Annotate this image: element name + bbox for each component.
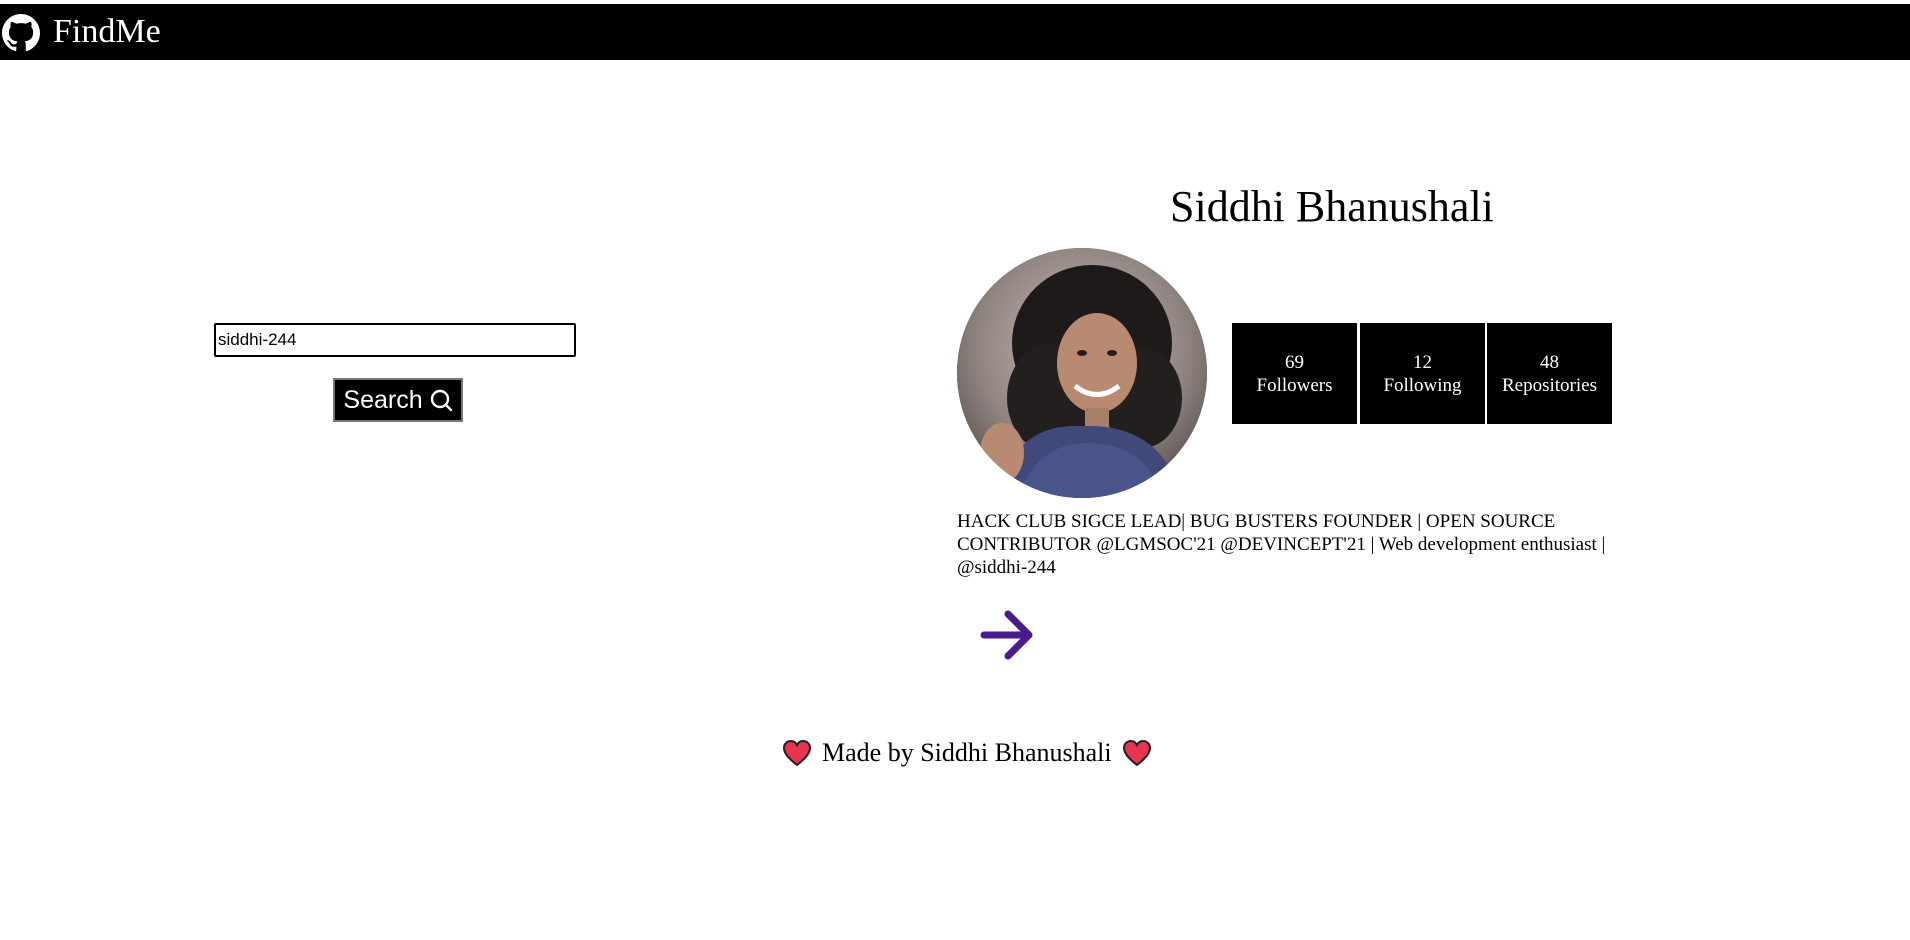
following-stat: 12 Following [1360,323,1485,424]
followers-label: Followers [1256,374,1333,396]
following-count: 12 [1413,351,1432,373]
avatar [957,248,1207,498]
arrow-right-icon[interactable] [978,605,1036,663]
footer: Made by Siddhi Bhanushali [782,738,1152,768]
search-button-label: Search [343,385,423,414]
repositories-label: Repositories [1502,374,1597,396]
followers-count: 69 [1285,351,1304,373]
brand-name[interactable]: FindMe [53,15,161,49]
github-icon[interactable] [2,14,40,52]
heart-icon [782,739,812,767]
heart-icon [1122,739,1151,767]
search-button[interactable]: Search [333,378,463,422]
profile-photo [957,248,1207,498]
profile-name: Siddhi Bhanushali [1170,182,1494,231]
navbar: FindMe [0,4,1910,60]
followers-stat: 69 Followers [1232,323,1357,424]
search-icon [430,389,452,412]
repositories-stat: 48 Repositories [1487,323,1612,424]
search-input[interactable] [214,323,576,357]
footer-text: Made by Siddhi Bhanushali [822,738,1112,767]
following-label: Following [1383,374,1462,396]
profile-bio: HACK CLUB SIGCE LEAD| BUG BUSTERS FOUNDE… [957,511,1606,578]
repositories-count: 48 [1540,351,1559,373]
